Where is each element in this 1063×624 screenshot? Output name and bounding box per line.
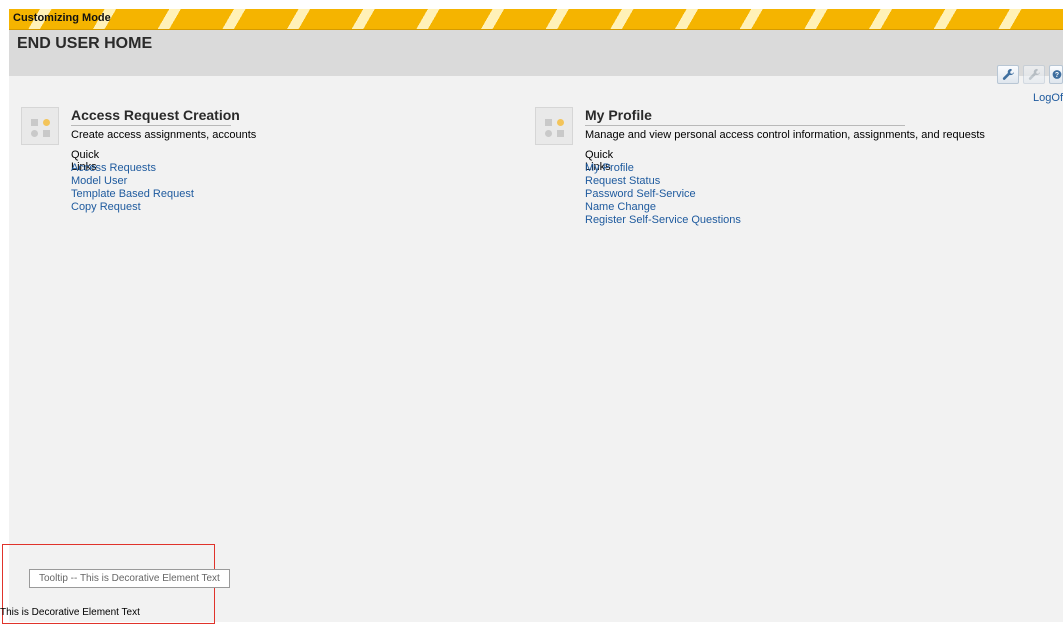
quick-link-access-requests[interactable]: Access Requests — [71, 162, 156, 174]
card-title[interactable]: Access Request Creation — [71, 107, 240, 126]
card-description: Create access assignments, accounts — [71, 129, 257, 141]
header-toolbar: ? — [997, 65, 1063, 85]
page-title: END USER HOME — [17, 35, 153, 52]
quick-links-list: Access Requests Model User Template Base… — [71, 162, 194, 214]
card-description: Manage and view personal access control … — [585, 129, 985, 141]
app-tile-icon — [21, 107, 59, 145]
quick-links-list: My Profile Request Status Password Self-… — [585, 162, 741, 227]
quick-link-register-self-service-questions[interactable]: Register Self-Service Questions — [585, 214, 741, 226]
customizing-mode-label: Customizing Mode — [13, 12, 111, 24]
help-button[interactable]: ? — [1049, 65, 1063, 84]
wrench-icon — [1002, 68, 1014, 80]
customizing-mode-bar: Customizing Mode — [9, 9, 1063, 30]
tooltip: Tooltip -- This is Decorative Element Te… — [29, 569, 230, 588]
logoff-link[interactable]: LogOf — [1033, 92, 1063, 104]
customize-button[interactable] — [997, 65, 1019, 84]
app-tile-icon — [535, 107, 573, 145]
quick-link-request-status[interactable]: Request Status — [585, 175, 660, 187]
app-frame: Customizing Mode END USER HOME ? LogOf A… — [9, 9, 1063, 622]
quick-link-password-self-service[interactable]: Password Self-Service — [585, 188, 696, 200]
quick-link-copy-request[interactable]: Copy Request — [71, 201, 141, 213]
card-title[interactable]: My Profile — [585, 107, 905, 126]
decorative-text: This is Decorative Element Text — [0, 607, 140, 618]
quick-link-model-user[interactable]: Model User — [71, 175, 127, 187]
help-icon: ? — [1052, 70, 1062, 79]
customize-disabled-button[interactable] — [1023, 65, 1045, 84]
quick-link-my-profile[interactable]: My Profile — [585, 162, 634, 174]
quick-link-template-based-request[interactable]: Template Based Request — [71, 188, 194, 200]
page-header: END USER HOME — [9, 30, 1063, 76]
svg-text:?: ? — [1055, 72, 1059, 79]
wrench-icon — [1028, 68, 1040, 80]
quick-link-name-change[interactable]: Name Change — [585, 201, 656, 213]
